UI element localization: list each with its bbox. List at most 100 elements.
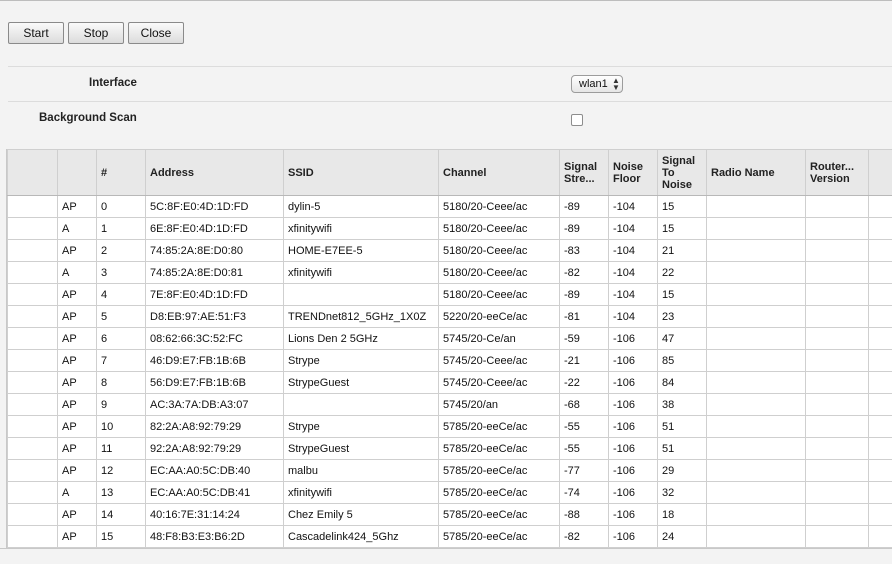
- divider: [8, 101, 892, 102]
- extra-cell: [868, 305, 892, 328]
- noise-floor-cell: -104: [608, 217, 658, 240]
- noise-floor-column-header[interactable]: Noise Floor: [608, 149, 658, 196]
- table-row[interactable]: AP 6 08:62:66:3C:52:FC Lions Den 2 5GHz 5745…: [7, 327, 892, 350]
- ssid-cell: Chez Emily 5: [283, 503, 439, 526]
- extra-cell: [868, 415, 892, 438]
- radio-name-column-header[interactable]: Radio Name: [706, 149, 806, 196]
- flags-cell: [7, 437, 58, 460]
- flags-cell: [7, 283, 58, 306]
- radio-name-cell: [706, 283, 806, 306]
- table-row[interactable]: AP 5 D8:EB:97:AE:51:F3 TRENDnet812_5GHz_1X0…: [7, 305, 892, 328]
- signal-strength-cell: -22: [559, 371, 609, 394]
- interface-select[interactable]: wlan1 ▲ ▼: [571, 75, 623, 93]
- index-cell: 6: [96, 327, 146, 350]
- radio-name-cell: [706, 481, 806, 504]
- table-row[interactable]: A 1 6E:8F:E0:4D:1D:FD xfinitywifi 5180/20-Ce…: [7, 217, 892, 240]
- address-cell: 74:85:2A:8E:D0:81: [145, 261, 284, 284]
- noise-floor-cell: -106: [608, 327, 658, 350]
- ssid-cell: StrypeGuest: [283, 371, 439, 394]
- router-version-cell: [805, 393, 869, 416]
- signal-to-noise-cell: 84: [657, 371, 707, 394]
- address-cell: 48:F8:B3:E3:B6:2D: [145, 525, 284, 548]
- table-row[interactable]: AP 2 74:85:2A:8E:D0:80 HOME-E7EE-5 5180/20-C…: [7, 239, 892, 262]
- router-version-cell: [805, 459, 869, 482]
- ssid-cell: [283, 393, 439, 416]
- table-row[interactable]: AP 10 82:2A:A8:92:79:29 Strype 5785/20-eeCe/…: [7, 415, 892, 438]
- index-column-header[interactable]: #: [96, 149, 146, 196]
- address-cell: 74:85:2A:8E:D0:80: [145, 239, 284, 262]
- address-column-header[interactable]: Address: [145, 149, 284, 196]
- noise-floor-cell: -104: [608, 305, 658, 328]
- router-version-cell: [805, 239, 869, 262]
- router-version-cell: [805, 437, 869, 460]
- noise-floor-cell: -106: [608, 481, 658, 504]
- table-row[interactable]: AP 14 40:16:7E:31:14:24 Chez Emily 5 5785/20…: [7, 503, 892, 526]
- table-row[interactable]: AP 7 46:D9:E7:FB:1B:6B Strype 5745/20-Ceee/a…: [7, 349, 892, 372]
- router-version-cell: [805, 481, 869, 504]
- address-cell: EC:AA:A0:5C:DB:41: [145, 481, 284, 504]
- start-button[interactable]: Start: [8, 22, 64, 44]
- address-cell: 56:D9:E7:FB:1B:6B: [145, 371, 284, 394]
- table-row[interactable]: AP 8 56:D9:E7:FB:1B:6B StrypeGuest 5745/20-C…: [7, 371, 892, 394]
- signal-to-noise-cell: 21: [657, 239, 707, 262]
- ssid-cell: malbu: [283, 459, 439, 482]
- flags-cell: [7, 371, 58, 394]
- signal-strength-cell: -59: [559, 327, 609, 350]
- index-cell: 14: [96, 503, 146, 526]
- noise-floor-cell: -106: [608, 525, 658, 548]
- type-cell: AP: [57, 459, 97, 482]
- ssid-cell: xfinitywifi: [283, 261, 439, 284]
- type-column-header[interactable]: [57, 149, 97, 196]
- signal-to-noise-cell: 51: [657, 415, 707, 438]
- ssid-column-header[interactable]: SSID: [283, 149, 439, 196]
- signal-strength-column-header[interactable]: Signal Stre...: [559, 149, 609, 196]
- signal-to-noise-cell: 85: [657, 349, 707, 372]
- noise-floor-cell: -106: [608, 415, 658, 438]
- extra-cell: [868, 217, 892, 240]
- router-version-cell: [805, 349, 869, 372]
- close-button[interactable]: Close: [128, 22, 184, 44]
- signal-to-noise-cell: 15: [657, 283, 707, 306]
- background-scan-checkbox[interactable]: [571, 114, 583, 126]
- radio-name-cell: [706, 437, 806, 460]
- table-row[interactable]: AP 0 5C:8F:E0:4D:1D:FD dylin-5 5180/20-Ceee/…: [7, 195, 892, 218]
- table-row[interactable]: AP 15 48:F8:B3:E3:B6:2D Cascadelink424_5Ghz…: [7, 525, 892, 548]
- signal-to-noise-cell: 47: [657, 327, 707, 350]
- signal-to-noise-column-header[interactable]: Signal To Noise: [657, 149, 707, 196]
- type-cell: A: [57, 481, 97, 504]
- table-row[interactable]: AP 9 AC:3A:7A:DB:A3:07 5745/20/an -68 -106 38: [7, 393, 892, 416]
- table-row[interactable]: AP 11 92:2A:A8:92:79:29 StrypeGuest 5785/20-…: [7, 437, 892, 460]
- router-version-cell: [805, 217, 869, 240]
- router-version-cell: [805, 261, 869, 284]
- index-cell: 12: [96, 459, 146, 482]
- table-row[interactable]: AP 4 7E:8F:E0:4D:1D:FD 5180/20-Ceee/ac -89 -1…: [7, 283, 892, 306]
- radio-name-cell: [706, 459, 806, 482]
- table-row[interactable]: AP 12 EC:AA:A0:5C:DB:40 malbu 5785/20-eeCe/a…: [7, 459, 892, 482]
- noise-floor-cell: -106: [608, 371, 658, 394]
- table-row[interactable]: A 13 EC:AA:A0:5C:DB:41 xfinitywifi 5785/20-e…: [7, 481, 892, 504]
- type-cell: A: [57, 261, 97, 284]
- ssid-cell: xfinitywifi: [283, 217, 439, 240]
- stop-button[interactable]: Stop: [68, 22, 124, 44]
- extra-cell: [868, 195, 892, 218]
- channel-cell: 5785/20-eeCe/ac: [438, 415, 560, 438]
- noise-floor-cell: -106: [608, 437, 658, 460]
- radio-name-cell: [706, 327, 806, 350]
- router-version-cell: [805, 283, 869, 306]
- table-row[interactable]: A 3 74:85:2A:8E:D0:81 xfinitywifi 5180/20-Ce…: [7, 261, 892, 284]
- type-cell: AP: [57, 371, 97, 394]
- radio-name-cell: [706, 525, 806, 548]
- channel-column-header[interactable]: Channel: [438, 149, 560, 196]
- top-divider: [0, 0, 892, 1]
- noise-floor-cell: -106: [608, 349, 658, 372]
- channel-cell: 5745/20-Ceee/ac: [438, 371, 560, 394]
- channel-cell: 5785/20-eeCe/ac: [438, 503, 560, 526]
- flags-cell: [7, 327, 58, 350]
- flags-column-header[interactable]: [7, 149, 58, 196]
- signal-strength-cell: -89: [559, 217, 609, 240]
- extra-column-header[interactable]: [868, 149, 892, 196]
- router-version-column-header[interactable]: Router... Version: [805, 149, 869, 196]
- index-cell: 15: [96, 525, 146, 548]
- extra-cell: [868, 371, 892, 394]
- radio-name-cell: [706, 503, 806, 526]
